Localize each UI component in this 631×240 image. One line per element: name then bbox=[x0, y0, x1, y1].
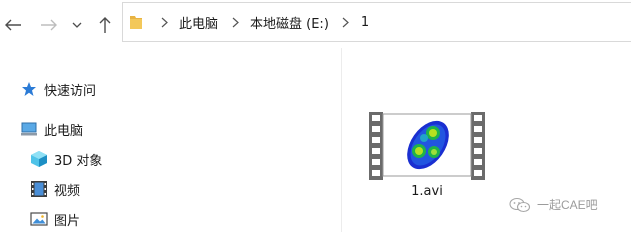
arrow-left-icon bbox=[5, 19, 21, 31]
computer-icon bbox=[20, 120, 38, 138]
address-bar[interactable]: 此电脑 本地磁盘 (E:) 1 bbox=[122, 2, 631, 42]
arrow-up-icon bbox=[99, 17, 111, 33]
watermark-text: 一起CAE吧 bbox=[537, 198, 598, 212]
folder-icon bbox=[129, 14, 145, 30]
video-file-icon bbox=[369, 112, 485, 180]
watermark: 一起CAE吧 bbox=[509, 196, 598, 213]
nav-item-label: 此电脑 bbox=[44, 123, 84, 139]
up-button[interactable] bbox=[94, 14, 116, 36]
wechat-icon bbox=[509, 197, 531, 212]
chevron-right-icon[interactable] bbox=[339, 17, 353, 28]
chevron-down-icon bbox=[72, 22, 82, 28]
address-toolbar: 此电脑 本地磁盘 (E:) 1 bbox=[0, 0, 631, 48]
nav-item-label: 快速访问 bbox=[44, 83, 97, 99]
nav-item-label: 3D 对象 bbox=[54, 153, 103, 169]
navigation-pane: 快速访问 此电脑 3D 对象 视频 图片 bbox=[0, 48, 342, 232]
nav-item-label: 图片 bbox=[54, 213, 81, 229]
file-name-label: 1.avi bbox=[411, 184, 443, 199]
recent-locations-button[interactable] bbox=[69, 14, 85, 36]
breadcrumb-drive-e[interactable]: 本地磁盘 (E:) bbox=[248, 11, 331, 34]
nav-item-3d-objects[interactable]: 3D 对象 bbox=[30, 146, 102, 172]
breadcrumb-this-pc[interactable]: 此电脑 bbox=[177, 11, 220, 34]
chevron-right-icon[interactable] bbox=[228, 17, 242, 28]
arrow-right-icon bbox=[41, 19, 57, 31]
nav-item-videos[interactable]: 视频 bbox=[30, 176, 80, 202]
cube-icon bbox=[30, 150, 48, 168]
nav-item-this-pc[interactable]: 此电脑 bbox=[20, 116, 83, 142]
back-button[interactable] bbox=[2, 14, 24, 36]
picture-icon bbox=[30, 210, 48, 228]
forward-button[interactable] bbox=[38, 14, 60, 36]
star-icon bbox=[20, 80, 38, 98]
file-item[interactable]: 1.avi bbox=[365, 112, 489, 212]
breadcrumb-folder-1[interactable]: 1 bbox=[359, 13, 371, 32]
nav-item-label: 视频 bbox=[54, 183, 81, 199]
file-explorer-window: 此电脑 本地磁盘 (E:) 1 快速访问 此电脑 3D 对象 视频 图片 1.a… bbox=[0, 0, 631, 232]
chevron-right-icon[interactable] bbox=[157, 17, 171, 28]
film-icon bbox=[30, 180, 48, 198]
nav-item-pictures[interactable]: 图片 bbox=[30, 206, 80, 232]
nav-item-quick-access[interactable]: 快速访问 bbox=[20, 76, 96, 102]
